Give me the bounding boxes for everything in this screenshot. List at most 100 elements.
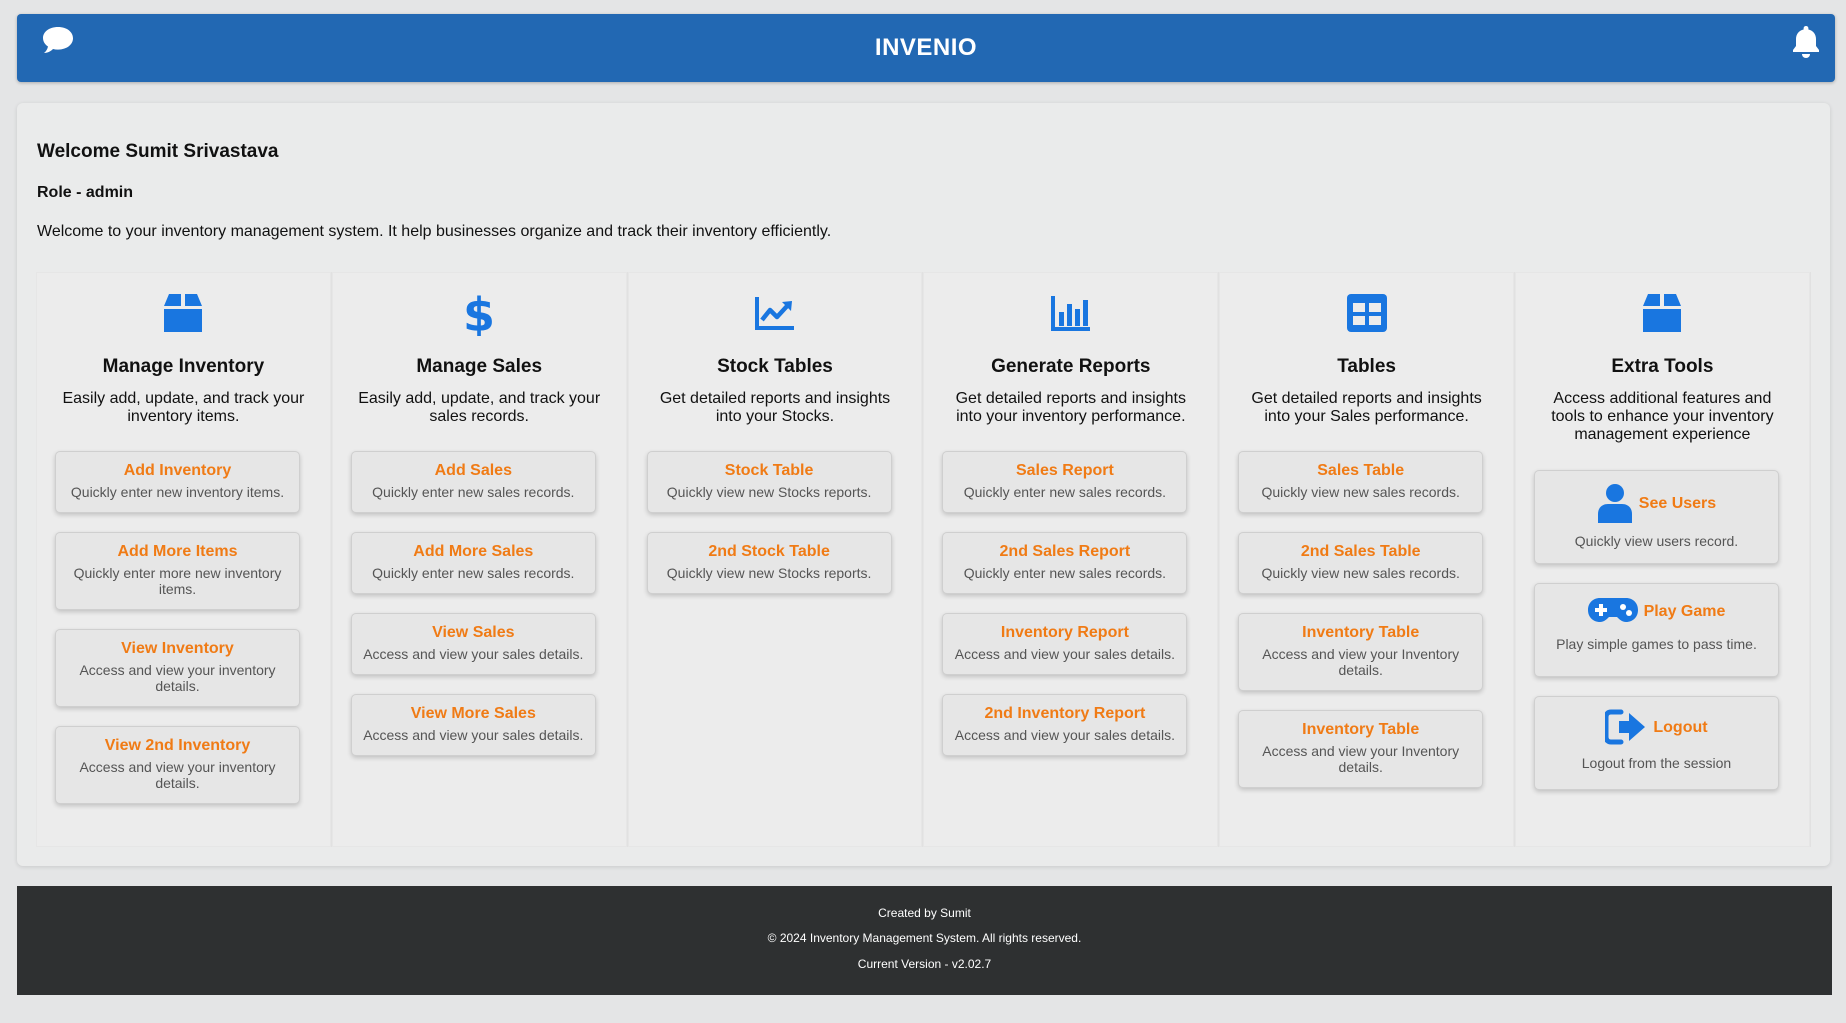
card-subtitle: Access and view your sales details.	[363, 727, 584, 743]
dashboard-panel: Welcome Sumit Srivastava Role - admin We…	[17, 103, 1830, 866]
card-list: Add Inventory Quickly enter new inventor…	[55, 451, 300, 823]
card-list: See Users Quickly view users record. Pla…	[1533, 470, 1779, 809]
card-title: Play Game	[1643, 602, 1726, 620]
column-tables: Tables Get detailed reports and insights…	[1219, 272, 1515, 847]
column-generate-reports: Generate Reports Get detailed reports an…	[923, 272, 1220, 847]
column-title: Extra Tools	[1611, 356, 1714, 377]
card-subtitle: Quickly view new Stocks reports.	[666, 484, 872, 500]
column-title: Tables	[1337, 356, 1396, 377]
footer-created: Created by Sumit	[878, 906, 971, 920]
column-stock-tables: Stock Tables Get detailed reports and in…	[627, 272, 924, 847]
card-title: Add More Items	[117, 543, 238, 560]
card-subtitle: Access and view your Inventory details.	[1262, 743, 1460, 775]
card-subtitle: Access and view your inventory details.	[79, 662, 276, 694]
column-extra-tools: Extra Tools Access additional features a…	[1514, 272, 1811, 847]
welcome-heading: Welcome Sumit Srivastava	[37, 141, 279, 162]
card-subtitle: Logout from the session	[1581, 755, 1732, 771]
footer-version: Current Version - v2.02.7	[857, 957, 992, 971]
box-icon	[164, 294, 203, 332]
card-title: Add More Sales	[413, 543, 534, 560]
add-sales-card[interactable]: Add Sales Quickly enter new sales record…	[350, 451, 596, 513]
column-title: Manage Inventory	[102, 356, 265, 377]
card-header: Play Game	[1541, 596, 1772, 626]
card-subtitle: Access and view your sales details.	[954, 646, 1175, 662]
card-subtitle: Quickly enter new sales records.	[963, 565, 1167, 581]
card-title: Add Inventory	[123, 462, 232, 479]
card-title: 2nd Stock Table	[708, 543, 830, 560]
2nd-stock-table-card[interactable]: 2nd Stock Table Quickly view new Stocks …	[646, 532, 892, 594]
role-label: Role - admin	[37, 184, 134, 201]
card-title: Add Sales	[434, 462, 512, 479]
column-title: Generate Reports	[991, 356, 1151, 377]
card-subtitle: Quickly view users record.	[1574, 533, 1739, 549]
card-title: Sales Report	[1015, 462, 1114, 479]
dollar-icon: $	[463, 290, 495, 336]
column-manage-sales: $ Manage Sales Easily add, update, and t…	[331, 272, 628, 847]
add-inventory-card[interactable]: Add Inventory Quickly enter new inventor…	[55, 451, 300, 513]
card-title: View 2nd Inventory	[104, 737, 251, 754]
svg-text:$: $	[463, 290, 495, 336]
sales-table-card[interactable]: Sales Table Quickly view new sales recor…	[1238, 451, 1484, 513]
column-title: Stock Tables	[717, 356, 833, 377]
feature-columns: Manage Inventory Easily add, update, and…	[36, 272, 1811, 847]
2nd-inventory-report-card[interactable]: 2nd Inventory Report Access and view you…	[942, 694, 1188, 756]
card-subtitle: Quickly view new sales records.	[1261, 484, 1460, 500]
play-game-card[interactable]: Play Game Play simple games to pass time…	[1533, 583, 1779, 677]
card-subtitle: Quickly enter more new inventory items.	[73, 565, 282, 597]
footer-copyright: © 2024 Inventory Management System. All …	[767, 931, 1082, 945]
card-title: View More Sales	[410, 705, 536, 722]
column-description: Access additional features and tools to …	[1551, 390, 1774, 443]
card-subtitle: Quickly view new Stocks reports.	[666, 565, 872, 581]
table-icon	[1346, 294, 1387, 332]
column-description: Get detailed reports and insights into y…	[659, 390, 891, 425]
card-subtitle: Access and view your inventory details.	[79, 759, 276, 791]
view-2nd-inventory-card[interactable]: View 2nd Inventory Access and view your …	[55, 726, 300, 804]
inventory-report-card[interactable]: Inventory Report Access and view your sa…	[942, 613, 1188, 675]
card-header: See Users	[1541, 483, 1772, 523]
inventory-table-card[interactable]: Inventory Table Access and view your Inv…	[1238, 613, 1484, 691]
card-subtitle: Quickly enter new sales records.	[372, 484, 575, 500]
card-title: Inventory Table	[1302, 624, 1420, 641]
card-title: View Sales	[432, 624, 515, 641]
box-icon	[1643, 294, 1682, 332]
stock-table-card[interactable]: Stock Table Quickly view new Stocks repo…	[646, 451, 892, 513]
column-title: Manage Sales	[416, 356, 543, 377]
column-description: Get detailed reports and insights into y…	[955, 390, 1186, 425]
card-subtitle: Quickly enter new inventory items.	[70, 484, 285, 500]
2nd-sales-table-card[interactable]: 2nd Sales Table Quickly view new sales r…	[1238, 532, 1484, 594]
card-list: Stock Table Quickly view new Stocks repo…	[646, 451, 892, 613]
card-title: Sales Table	[1317, 462, 1405, 479]
card-title: View Inventory	[121, 640, 234, 657]
card-subtitle: Access and view your sales details.	[954, 727, 1175, 743]
card-header: Logout	[1541, 709, 1772, 745]
gamepad-icon	[1587, 598, 1638, 622]
add-more-items-card[interactable]: Add More Items Quickly enter more new in…	[55, 532, 300, 610]
view-sales-card[interactable]: View Sales Access and view your sales de…	[350, 613, 596, 675]
card-subtitle: Access and view your sales details.	[363, 646, 584, 662]
card-list: Sales Report Quickly enter new sales rec…	[942, 451, 1188, 775]
card-title: 2nd Sales Table	[1300, 543, 1421, 560]
view-more-sales-card[interactable]: View More Sales Access and view your sal…	[350, 694, 596, 756]
footer: Created by Sumit © 2024 Inventory Manage…	[17, 886, 1832, 995]
card-title: Inventory Report	[1000, 624, 1129, 641]
card-title: Stock Table	[724, 462, 814, 479]
see-users-card[interactable]: See Users Quickly view users record.	[1533, 470, 1779, 564]
column-description: Easily add, update, and track your inven…	[62, 390, 305, 425]
logout-card[interactable]: Logout Logout from the session	[1533, 696, 1779, 790]
card-subtitle: Quickly enter new sales records.	[372, 565, 575, 581]
view-inventory-card[interactable]: View Inventory Access and view your inve…	[55, 629, 300, 707]
column-manage-inventory: Manage Inventory Easily add, update, and…	[36, 272, 332, 847]
bell-icon[interactable]	[1790, 24, 1822, 60]
sales-report-card[interactable]: Sales Report Quickly enter new sales rec…	[942, 451, 1188, 513]
card-list: Add Sales Quickly enter new sales record…	[350, 451, 596, 775]
card-list: Sales Table Quickly view new sales recor…	[1238, 451, 1484, 807]
card-subtitle: Quickly enter new sales records.	[963, 484, 1167, 500]
2nd-sales-report-card[interactable]: 2nd Sales Report Quickly enter new sales…	[942, 532, 1188, 594]
inventory-table-card-2[interactable]: Inventory Table Access and view your Inv…	[1238, 710, 1484, 788]
user-icon	[1597, 484, 1632, 523]
line-chart-icon	[754, 297, 794, 330]
card-title: Logout	[1653, 718, 1708, 736]
app-title: INVENIO	[874, 34, 978, 61]
column-description: Get detailed reports and insights into y…	[1251, 390, 1482, 425]
add-more-sales-card[interactable]: Add More Sales Quickly enter new sales r…	[350, 532, 596, 594]
